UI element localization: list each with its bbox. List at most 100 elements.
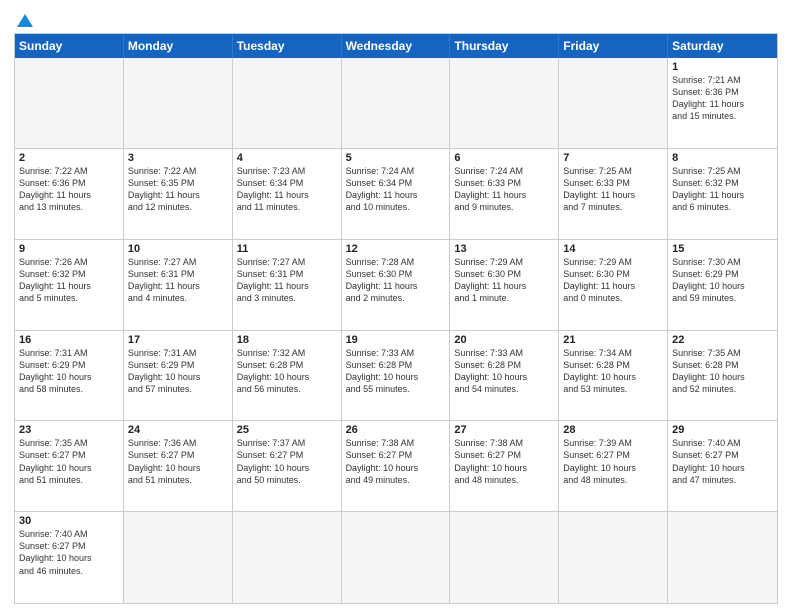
day-number: 30 <box>19 515 119 527</box>
day-info: Sunrise: 7:35 AM Sunset: 6:28 PM Dayligh… <box>672 347 773 396</box>
day-info: Sunrise: 7:38 AM Sunset: 6:27 PM Dayligh… <box>454 437 554 486</box>
calendar-day-28: 28Sunrise: 7:39 AM Sunset: 6:27 PM Dayli… <box>559 421 668 511</box>
calendar-day-10: 10Sunrise: 7:27 AM Sunset: 6:31 PM Dayli… <box>124 240 233 330</box>
calendar-day-22: 22Sunrise: 7:35 AM Sunset: 6:28 PM Dayli… <box>668 331 777 421</box>
day-number: 28 <box>563 424 663 436</box>
day-info: Sunrise: 7:33 AM Sunset: 6:28 PM Dayligh… <box>346 347 446 396</box>
day-info: Sunrise: 7:28 AM Sunset: 6:30 PM Dayligh… <box>346 256 446 305</box>
day-number: 29 <box>672 424 773 436</box>
day-number: 1 <box>672 61 773 73</box>
day-info: Sunrise: 7:36 AM Sunset: 6:27 PM Dayligh… <box>128 437 228 486</box>
day-info: Sunrise: 7:29 AM Sunset: 6:30 PM Dayligh… <box>563 256 663 305</box>
day-number: 7 <box>563 152 663 164</box>
calendar-row: 1Sunrise: 7:21 AM Sunset: 6:36 PM Daylig… <box>15 58 777 149</box>
calendar-empty-cell <box>124 58 233 148</box>
calendar-day-4: 4Sunrise: 7:23 AM Sunset: 6:34 PM Daylig… <box>233 149 342 239</box>
calendar-day-30: 30Sunrise: 7:40 AM Sunset: 6:27 PM Dayli… <box>15 512 124 603</box>
calendar-day-14: 14Sunrise: 7:29 AM Sunset: 6:30 PM Dayli… <box>559 240 668 330</box>
day-number: 23 <box>19 424 119 436</box>
calendar-empty-cell <box>124 512 233 603</box>
calendar-empty-cell <box>233 512 342 603</box>
calendar-empty-cell <box>450 58 559 148</box>
day-number: 2 <box>19 152 119 164</box>
day-number: 9 <box>19 243 119 255</box>
calendar-empty-cell <box>559 512 668 603</box>
calendar-day-24: 24Sunrise: 7:36 AM Sunset: 6:27 PM Dayli… <box>124 421 233 511</box>
calendar-day-13: 13Sunrise: 7:29 AM Sunset: 6:30 PM Dayli… <box>450 240 559 330</box>
day-info: Sunrise: 7:37 AM Sunset: 6:27 PM Dayligh… <box>237 437 337 486</box>
day-number: 10 <box>128 243 228 255</box>
day-number: 16 <box>19 334 119 346</box>
day-number: 25 <box>237 424 337 436</box>
day-info: Sunrise: 7:34 AM Sunset: 6:28 PM Dayligh… <box>563 347 663 396</box>
calendar: SundayMondayTuesdayWednesdayThursdayFrid… <box>14 33 778 604</box>
day-info: Sunrise: 7:25 AM Sunset: 6:33 PM Dayligh… <box>563 165 663 214</box>
day-info: Sunrise: 7:25 AM Sunset: 6:32 PM Dayligh… <box>672 165 773 214</box>
calendar-day-8: 8Sunrise: 7:25 AM Sunset: 6:32 PM Daylig… <box>668 149 777 239</box>
day-number: 26 <box>346 424 446 436</box>
day-number: 6 <box>454 152 554 164</box>
calendar-row: 30Sunrise: 7:40 AM Sunset: 6:27 PM Dayli… <box>15 512 777 603</box>
day-number: 17 <box>128 334 228 346</box>
calendar-empty-cell <box>342 58 451 148</box>
calendar-day-11: 11Sunrise: 7:27 AM Sunset: 6:31 PM Dayli… <box>233 240 342 330</box>
calendar-empty-cell <box>668 512 777 603</box>
day-info: Sunrise: 7:22 AM Sunset: 6:35 PM Dayligh… <box>128 165 228 214</box>
day-number: 21 <box>563 334 663 346</box>
calendar-empty-cell <box>233 58 342 148</box>
calendar-day-23: 23Sunrise: 7:35 AM Sunset: 6:27 PM Dayli… <box>15 421 124 511</box>
calendar-row: 23Sunrise: 7:35 AM Sunset: 6:27 PM Dayli… <box>15 421 777 512</box>
calendar-day-9: 9Sunrise: 7:26 AM Sunset: 6:32 PM Daylig… <box>15 240 124 330</box>
day-number: 27 <box>454 424 554 436</box>
day-info: Sunrise: 7:31 AM Sunset: 6:29 PM Dayligh… <box>19 347 119 396</box>
calendar-header: SundayMondayTuesdayWednesdayThursdayFrid… <box>15 34 777 58</box>
calendar-day-27: 27Sunrise: 7:38 AM Sunset: 6:27 PM Dayli… <box>450 421 559 511</box>
day-info: Sunrise: 7:31 AM Sunset: 6:29 PM Dayligh… <box>128 347 228 396</box>
calendar-day-19: 19Sunrise: 7:33 AM Sunset: 6:28 PM Dayli… <box>342 331 451 421</box>
day-number: 12 <box>346 243 446 255</box>
day-number: 24 <box>128 424 228 436</box>
header <box>14 10 778 27</box>
calendar-day-7: 7Sunrise: 7:25 AM Sunset: 6:33 PM Daylig… <box>559 149 668 239</box>
day-number: 5 <box>346 152 446 164</box>
day-info: Sunrise: 7:22 AM Sunset: 6:36 PM Dayligh… <box>19 165 119 214</box>
calendar-empty-cell <box>559 58 668 148</box>
calendar-empty-cell <box>15 58 124 148</box>
day-number: 8 <box>672 152 773 164</box>
calendar-day-17: 17Sunrise: 7:31 AM Sunset: 6:29 PM Dayli… <box>124 331 233 421</box>
weekday-header: Tuesday <box>233 34 342 58</box>
day-info: Sunrise: 7:27 AM Sunset: 6:31 PM Dayligh… <box>128 256 228 305</box>
calendar-day-20: 20Sunrise: 7:33 AM Sunset: 6:28 PM Dayli… <box>450 331 559 421</box>
day-info: Sunrise: 7:35 AM Sunset: 6:27 PM Dayligh… <box>19 437 119 486</box>
day-info: Sunrise: 7:24 AM Sunset: 6:33 PM Dayligh… <box>454 165 554 214</box>
weekday-header: Wednesday <box>342 34 451 58</box>
day-info: Sunrise: 7:27 AM Sunset: 6:31 PM Dayligh… <box>237 256 337 305</box>
page: SundayMondayTuesdayWednesdayThursdayFrid… <box>0 0 792 612</box>
calendar-day-12: 12Sunrise: 7:28 AM Sunset: 6:30 PM Dayli… <box>342 240 451 330</box>
calendar-day-25: 25Sunrise: 7:37 AM Sunset: 6:27 PM Dayli… <box>233 421 342 511</box>
calendar-empty-cell <box>342 512 451 603</box>
weekday-header: Saturday <box>668 34 777 58</box>
calendar-day-29: 29Sunrise: 7:40 AM Sunset: 6:27 PM Dayli… <box>668 421 777 511</box>
day-info: Sunrise: 7:40 AM Sunset: 6:27 PM Dayligh… <box>672 437 773 486</box>
day-info: Sunrise: 7:29 AM Sunset: 6:30 PM Dayligh… <box>454 256 554 305</box>
day-info: Sunrise: 7:33 AM Sunset: 6:28 PM Dayligh… <box>454 347 554 396</box>
day-info: Sunrise: 7:24 AM Sunset: 6:34 PM Dayligh… <box>346 165 446 214</box>
day-info: Sunrise: 7:30 AM Sunset: 6:29 PM Dayligh… <box>672 256 773 305</box>
day-info: Sunrise: 7:26 AM Sunset: 6:32 PM Dayligh… <box>19 256 119 305</box>
calendar-day-16: 16Sunrise: 7:31 AM Sunset: 6:29 PM Dayli… <box>15 331 124 421</box>
calendar-empty-cell <box>450 512 559 603</box>
calendar-row: 16Sunrise: 7:31 AM Sunset: 6:29 PM Dayli… <box>15 331 777 422</box>
day-number: 18 <box>237 334 337 346</box>
weekday-header: Friday <box>559 34 668 58</box>
weekday-header: Thursday <box>450 34 559 58</box>
calendar-row: 2Sunrise: 7:22 AM Sunset: 6:36 PM Daylig… <box>15 149 777 240</box>
calendar-day-5: 5Sunrise: 7:24 AM Sunset: 6:34 PM Daylig… <box>342 149 451 239</box>
day-info: Sunrise: 7:23 AM Sunset: 6:34 PM Dayligh… <box>237 165 337 214</box>
weekday-header: Monday <box>124 34 233 58</box>
day-info: Sunrise: 7:21 AM Sunset: 6:36 PM Dayligh… <box>672 74 773 123</box>
calendar-day-6: 6Sunrise: 7:24 AM Sunset: 6:33 PM Daylig… <box>450 149 559 239</box>
day-info: Sunrise: 7:40 AM Sunset: 6:27 PM Dayligh… <box>19 528 119 577</box>
calendar-row: 9Sunrise: 7:26 AM Sunset: 6:32 PM Daylig… <box>15 240 777 331</box>
day-number: 15 <box>672 243 773 255</box>
